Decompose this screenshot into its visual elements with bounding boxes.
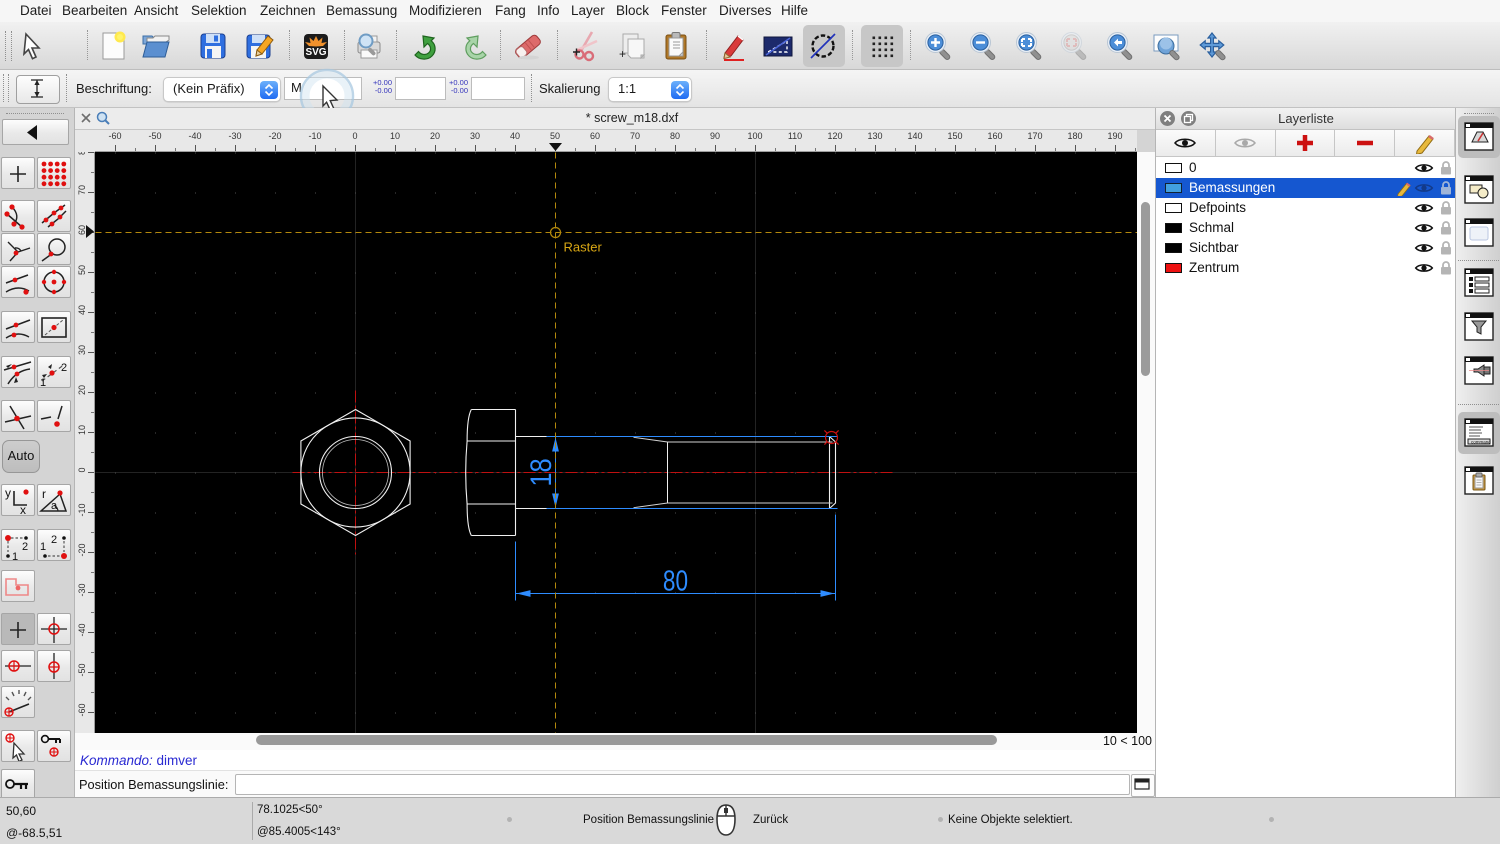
svg-text:SVG: SVG: [305, 47, 326, 58]
svg-text:r: r: [42, 487, 46, 501]
svg-text:y: y: [5, 486, 11, 500]
svg-text:2: 2: [51, 534, 57, 546]
svg-text:80: 80: [663, 564, 688, 597]
svg-text:a: a: [51, 500, 58, 512]
svg-text:1: 1: [12, 551, 18, 560]
svg-text:1: 1: [40, 377, 46, 387]
svg-text:Raster: Raster: [564, 240, 603, 255]
svg-text:x: x: [20, 503, 26, 515]
svg-text:1: 1: [40, 541, 46, 553]
svg-text:command: command: [1471, 440, 1491, 445]
svg-text:18: 18: [524, 458, 557, 486]
svg-text:2: 2: [22, 541, 28, 553]
svg-text:+: +: [619, 47, 626, 61]
svg-text:2: 2: [61, 362, 67, 374]
